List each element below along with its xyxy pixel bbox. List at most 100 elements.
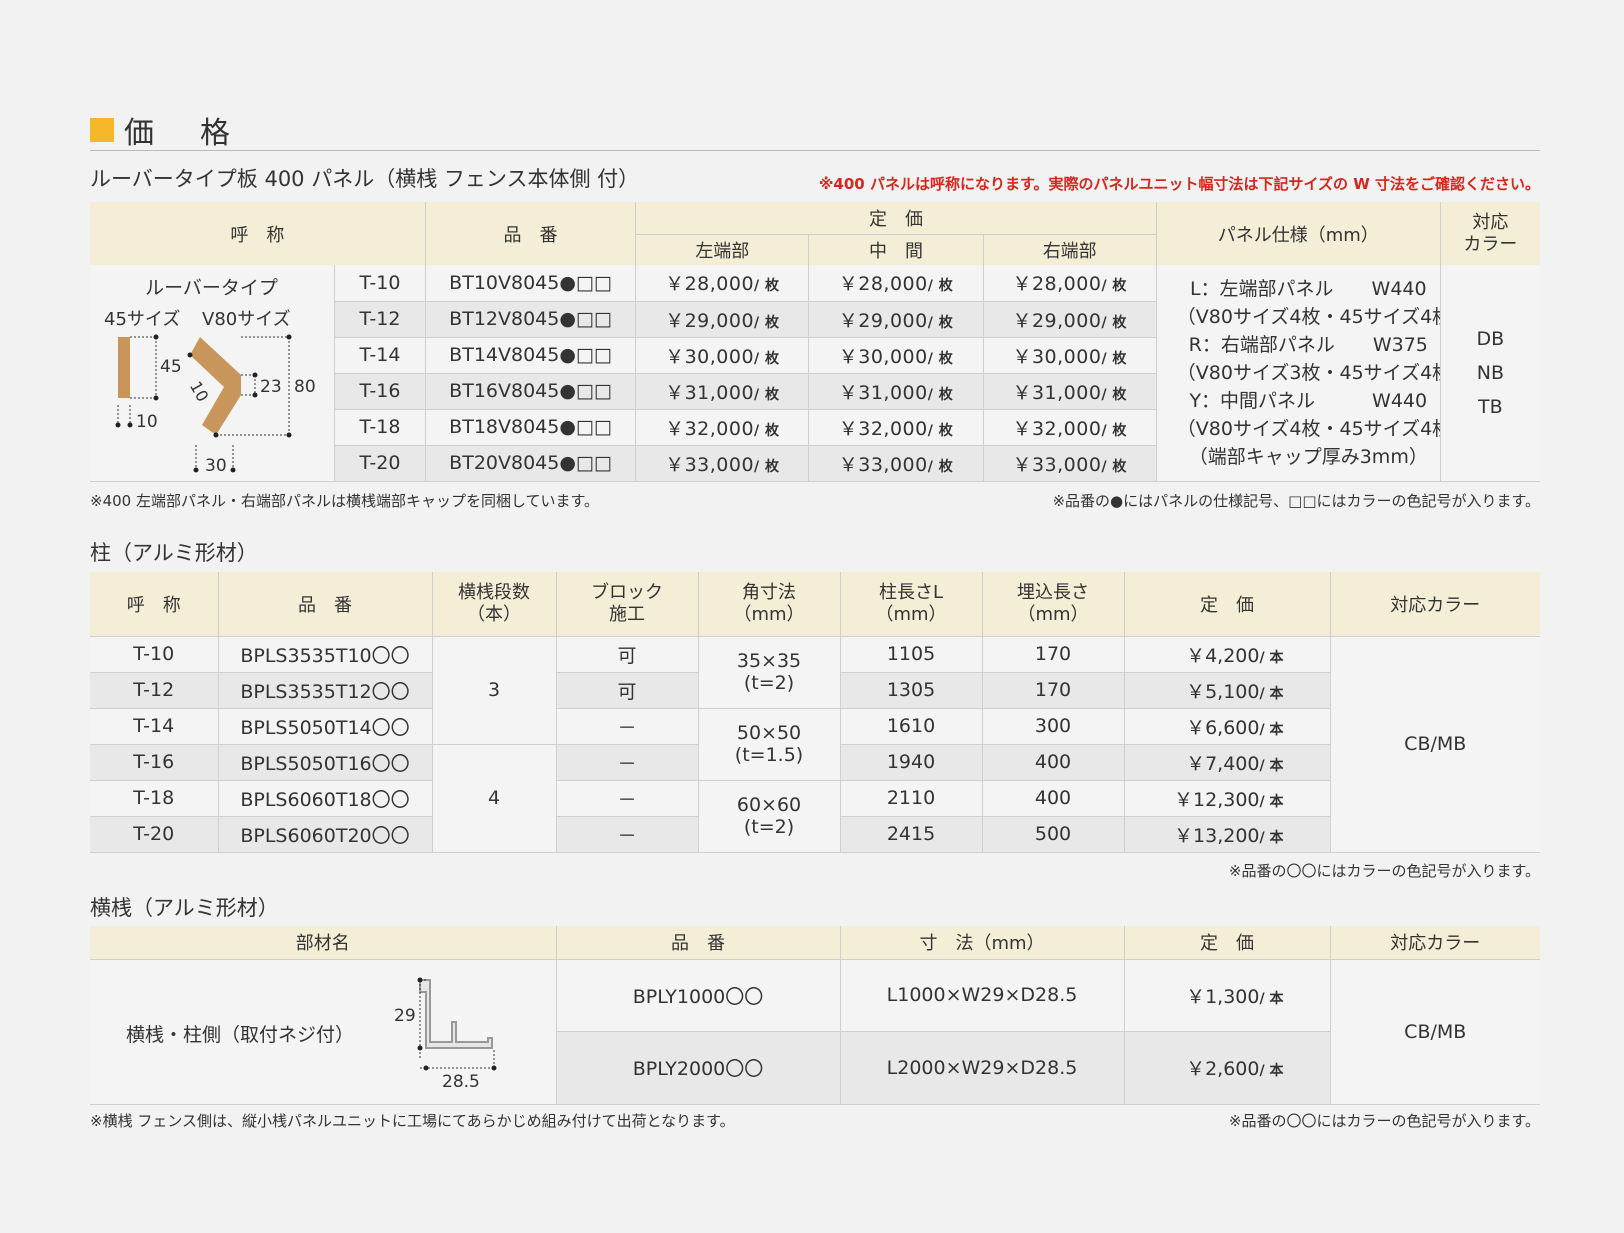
price-middle: ￥32,000/ 枚	[808, 409, 984, 445]
post-code: BPLS3535T12〇〇	[218, 672, 433, 708]
row-code: BT20V8045●□□	[425, 445, 637, 481]
price-middle-value: ￥32,000	[838, 417, 928, 440]
header-code: 品 番	[425, 202, 637, 265]
post-header-embed: 埋込長さ （mm）	[982, 572, 1125, 636]
price-left: ￥30,000/ 枚	[635, 337, 810, 373]
price-right: ￥29,000/ 枚	[983, 301, 1157, 337]
post-name: T-16	[90, 744, 219, 780]
rail-price-value: ￥2,600	[1186, 1058, 1260, 1081]
rail-price-value: ￥1,300	[1186, 985, 1260, 1008]
panel-colors: DB NB TB	[1440, 265, 1540, 481]
post-length: 1940	[840, 744, 983, 780]
post-length: 1305	[840, 672, 983, 708]
price-left: ￥32,000/ 枚	[635, 409, 810, 445]
price-right-value: ￥30,000	[1012, 345, 1102, 368]
rail-part-cell: 横桟・柱側（取付ネジ付） 29 28.5	[90, 959, 557, 1105]
post-color: CB/MB	[1330, 636, 1540, 852]
post-header-size: 角寸法 （mm）	[698, 572, 841, 636]
louver-profile-drawing	[115, 334, 292, 473]
row-name: T-16	[334, 373, 426, 409]
spec-line: （V80サイズ4枚・45サイズ4枚）	[1176, 417, 1439, 440]
table-row: T-18 BPLS6060T18〇〇 － 60×60 (t=2) 2110 400…	[90, 780, 1540, 853]
header-color-line1: 対応	[1472, 211, 1509, 233]
unit: / 枚	[927, 422, 954, 439]
price-middle-value: ￥33,000	[838, 453, 928, 476]
post-header-block: ブロック 施工	[556, 572, 699, 636]
unit: / 枚	[1101, 458, 1127, 475]
spec-line: L：左端部パネル W440	[1189, 277, 1427, 300]
price-right-value: ￥31,000	[1012, 381, 1102, 404]
rail-dim-width: 28.5	[442, 1071, 480, 1092]
post-price: ￥12,300/ 本	[1124, 780, 1331, 816]
post-block: －	[556, 708, 699, 744]
rail-code: BPLY2000〇〇	[556, 1031, 841, 1104]
price-middle-value: ￥28,000	[838, 273, 928, 296]
rail-header-part: 部材名	[90, 926, 557, 959]
post-size-a: 35×35	[736, 650, 802, 672]
post-block: 可	[556, 636, 699, 672]
unit: / 枚	[1101, 386, 1127, 403]
spec-line: （V80サイズ3枚・45サイズ4枚）	[1176, 361, 1439, 384]
post-length: 2110	[840, 780, 983, 816]
post-price-value: ￥12,300	[1174, 788, 1260, 811]
price-right: ￥33,000/ 枚	[983, 445, 1157, 481]
unit: / 本	[1259, 685, 1284, 702]
post-price-value: ￥5,100	[1186, 680, 1260, 703]
price-left-value: ￥30,000	[665, 345, 755, 368]
post-name: T-14	[90, 708, 219, 744]
price-right: ￥28,000/ 枚	[983, 265, 1157, 301]
unit: / 枚	[754, 458, 780, 475]
unit: / 枚	[927, 314, 954, 331]
unit: / 本	[1259, 793, 1284, 810]
price-left-value: ￥32,000	[665, 417, 755, 440]
post-header-length-1: 柱長さL	[878, 581, 944, 603]
header-color: 対応 カラー	[1440, 202, 1540, 265]
post-code: BPLS3535T10〇〇	[218, 636, 433, 672]
color-code: TB	[1478, 395, 1503, 418]
post-header-rails-1: 横桟段数	[458, 581, 530, 603]
price-right: ￥31,000/ 枚	[983, 373, 1157, 409]
price-left-value: ￥28,000	[665, 273, 755, 296]
rail-dim-height: 29	[394, 1005, 416, 1026]
unit: / 枚	[1101, 314, 1127, 331]
post-size-b: (t=2)	[743, 816, 795, 838]
post-header-embed-1: 埋込長さ	[1017, 581, 1089, 603]
panel-red-note: ※400 パネルは呼称になります。実際のパネルユニット幅寸法は下記サイズの W …	[818, 175, 1540, 193]
post-block: －	[556, 744, 699, 780]
spec-line: R：右端部パネル W375	[1188, 333, 1428, 356]
spec-line: （端部キャップ厚み3mm）	[1188, 445, 1428, 468]
unit: / 本	[1259, 757, 1284, 774]
unit: / 枚	[927, 458, 954, 475]
post-size: 60×60 (t=2)	[698, 780, 841, 853]
dim-23: 23	[260, 377, 282, 397]
post-embed: 170	[982, 636, 1125, 672]
table-row: T-14 BPLS5050T14〇〇 － 50×50 (t=1.5) 1610 3…	[90, 708, 1540, 781]
post-header-color: 対応カラー	[1330, 572, 1540, 636]
header-left-end: 左端部	[635, 234, 810, 265]
price-middle: ￥31,000/ 枚	[808, 373, 984, 409]
price-right: ￥30,000/ 枚	[983, 337, 1157, 373]
post-price: ￥4,200/ 本	[1124, 636, 1331, 672]
panel-price-table: 呼 称 品 番 定 価 パネル仕様（mm） 対応 カラー 左端部 中 間 右端部…	[90, 202, 1540, 482]
header-middle: 中 間	[808, 234, 984, 265]
post-size-b: (t=1.5)	[734, 744, 804, 766]
post-header-price: 定 価	[1124, 572, 1331, 636]
unit: / 枚	[927, 350, 954, 367]
price-left: ￥33,000/ 枚	[635, 445, 810, 481]
post-price: ￥13,200/ 本	[1124, 816, 1331, 852]
unit: / 枚	[1101, 278, 1127, 295]
post-price: ￥6,600/ 本	[1124, 708, 1331, 744]
post-header-block-1: ブロック	[591, 581, 663, 603]
price-right-value: ￥29,000	[1012, 309, 1102, 332]
price-middle-value: ￥31,000	[838, 381, 928, 404]
spec-line: （V80サイズ4枚・45サイズ4枚）	[1176, 305, 1439, 328]
post-header-rails: 横桟段数 （本）	[432, 572, 557, 636]
price-left: ￥31,000/ 枚	[635, 373, 810, 409]
post-price-table: 呼 称 品 番 横桟段数 （本） ブロック 施工 角寸法 （mm） 柱長さL （mm） …	[90, 572, 1540, 853]
unit: / 本	[1259, 649, 1284, 666]
header-divider	[90, 150, 1540, 151]
row-name: T-10	[334, 265, 426, 301]
post-length: 2415	[840, 816, 983, 852]
header-right-end: 右端部	[983, 234, 1157, 265]
price-right-value: ￥28,000	[1012, 273, 1102, 296]
